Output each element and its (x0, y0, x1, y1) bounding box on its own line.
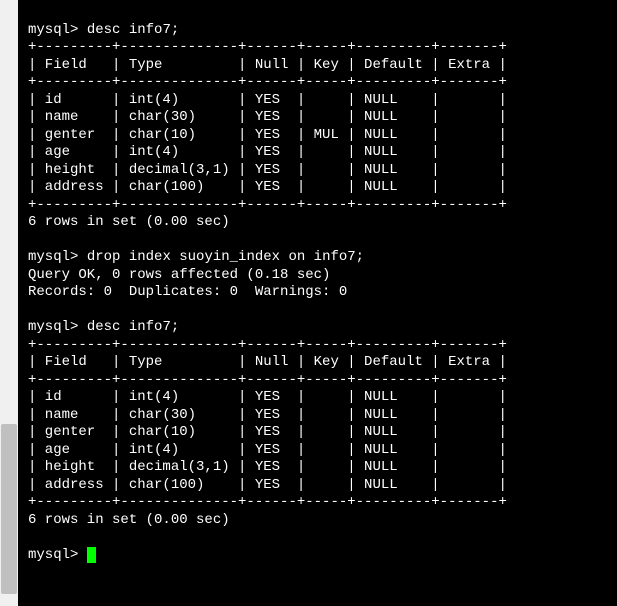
table-header-row: | Field | Type | Null | Key | Default | … (28, 354, 507, 370)
table-row: | age | int(4) | YES | | NULL | | (28, 442, 507, 458)
table-row: | name | char(30) | YES | | NULL | | (28, 109, 507, 125)
table-border: +---------+--------------+------+-----+-… (28, 494, 507, 510)
command-desc-1: desc info7; (87, 22, 179, 38)
table-row: | age | int(4) | YES | | NULL | | (28, 144, 507, 160)
table-row: | id | int(4) | YES | | NULL | | (28, 389, 507, 405)
table-border: +---------+--------------+------+-----+-… (28, 337, 507, 353)
mysql-prompt: mysql> (28, 249, 78, 265)
mysql-prompt: mysql> (28, 319, 78, 335)
table-row: | address | char(100) | YES | | NULL | | (28, 179, 507, 195)
command-desc-2: desc info7; (87, 319, 179, 335)
mysql-prompt: mysql> (28, 547, 78, 563)
table-row: | genter | char(10) | YES | MUL | NULL |… (28, 127, 507, 143)
records-line: Records: 0 Duplicates: 0 Warnings: 0 (28, 284, 347, 300)
table-border: +---------+--------------+------+-----+-… (28, 74, 507, 90)
table-border: +---------+--------------+------+-----+-… (28, 197, 507, 213)
cursor[interactable] (87, 547, 96, 563)
command-drop-index: drop index suoyin_index on info7; (87, 249, 364, 265)
rows-summary: 6 rows in set (0.00 sec) (28, 512, 230, 528)
scrollbar-thumb[interactable] (1, 424, 17, 594)
table-row: | height | decimal(3,1) | YES | | NULL |… (28, 459, 507, 475)
table-row: | genter | char(10) | YES | | NULL | | (28, 424, 507, 440)
table-border: +---------+--------------+------+-----+-… (28, 372, 507, 388)
query-ok-line: Query OK, 0 rows affected (0.18 sec) (28, 267, 330, 283)
table-header-row: | Field | Type | Null | Key | Default | … (28, 57, 507, 73)
mysql-prompt: mysql> (28, 22, 78, 38)
terminal-output: mysql> desc info7; +---------+----------… (0, 4, 613, 564)
table-row: | name | char(30) | YES | | NULL | | (28, 407, 507, 423)
table-row: | height | decimal(3,1) | YES | | NULL |… (28, 162, 507, 178)
table-row: | id | int(4) | YES | | NULL | | (28, 92, 507, 108)
table-border: +---------+--------------+------+-----+-… (28, 39, 507, 55)
table-row: | address | char(100) | YES | | NULL | | (28, 477, 507, 493)
rows-summary: 6 rows in set (0.00 sec) (28, 214, 230, 230)
vertical-scrollbar[interactable] (0, 0, 18, 606)
